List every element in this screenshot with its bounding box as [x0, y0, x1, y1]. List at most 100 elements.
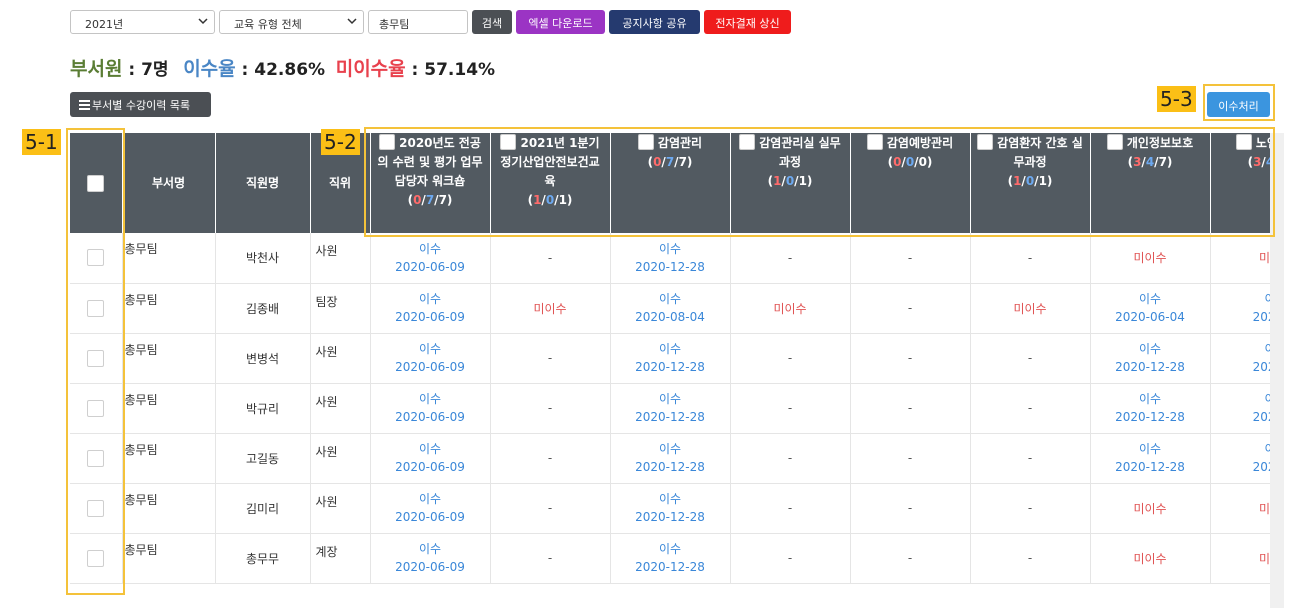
status-cell: - — [490, 533, 611, 584]
complete-date: 2020-06-04 — [1115, 310, 1185, 324]
status-cell: - — [970, 233, 1091, 284]
status-cell: - — [850, 433, 971, 484]
no-record: - — [1027, 351, 1033, 365]
complete-date: 2020-12-28 — [1115, 410, 1185, 424]
position-cell: 사원 — [310, 233, 371, 284]
notice-share-button[interactable]: 공지사항 공유 — [609, 10, 700, 34]
status-cell: 이수 2020-06-04 — [1090, 283, 1211, 334]
status-cell: - — [850, 333, 971, 384]
dept-search-input[interactable]: 총무팀 — [368, 10, 468, 34]
dept-cell: 총무팀 — [122, 533, 216, 584]
complete-status: 이2020- — [1211, 442, 1270, 476]
no-record: - — [547, 501, 553, 515]
status-cell: - — [730, 533, 851, 584]
complete-status: 이수 2020-12-28 — [1091, 342, 1210, 376]
annotation-outline-complete-button — [1203, 84, 1275, 121]
complete-date: 2020-12-28 — [1115, 460, 1185, 474]
complete-date: 2020-06-09 — [395, 560, 465, 574]
status-cell: 미이수 — [970, 283, 1091, 334]
incomplete-status: 미이 — [1258, 251, 1270, 266]
status-cell: - — [730, 333, 851, 384]
complete-label: 이수 — [658, 492, 682, 506]
edu-type-select[interactable]: 교육 유형 전체 — [219, 10, 364, 34]
position-cell: 사원 — [310, 483, 371, 534]
complete-date: 2020-06-09 — [395, 410, 465, 424]
complete-status: 이수 2020-06-09 — [371, 492, 490, 526]
no-record: - — [1027, 451, 1033, 465]
employee-name-cell: 박천사 — [215, 233, 311, 284]
complete-label: 이수 — [658, 392, 682, 406]
no-record: - — [787, 250, 793, 265]
complete-label: 이수 — [658, 442, 682, 456]
status-cell: 이수 2020-12-28 — [610, 433, 731, 484]
table-body: 총무팀 박천사 사원 이수 2020-06-09- 이수 2020-12-28- - - 미이수 미… — [70, 233, 1270, 584]
status-cell: 이수 2020-12-28 — [610, 483, 731, 534]
no-record: - — [907, 401, 913, 415]
status-cell: - — [970, 383, 1091, 434]
complete-label: 이수 — [658, 241, 682, 256]
members-value: : 7명 — [122, 60, 169, 80]
status-cell: 이수 2020-06-09 — [370, 533, 491, 584]
status-cell: 미이수 — [1090, 233, 1211, 284]
complete-label: 이수 — [1138, 342, 1162, 356]
no-record: - — [907, 451, 913, 465]
status-cell: 미이 — [1210, 233, 1270, 284]
complete-status: 이수 2020-06-09 — [371, 342, 490, 376]
search-button[interactable]: 검색 — [472, 10, 512, 34]
excel-download-button[interactable]: 엑셀 다운로드 — [516, 10, 605, 34]
annotation-tag-5-2: 5-2 — [321, 129, 360, 155]
complete-date: 2020- — [1252, 310, 1270, 324]
complete-label: 이수 — [418, 392, 442, 406]
status-cell: - — [490, 383, 611, 434]
status-cell: - — [490, 483, 611, 534]
complete-status: 이수 2020-06-09 — [371, 242, 490, 276]
complete-date: 2020-08-04 — [635, 310, 705, 324]
status-cell: 이수 2020-12-28 — [610, 233, 731, 284]
dept-cell: 총무팀 — [122, 483, 216, 534]
no-record: - — [547, 250, 553, 265]
complete-date: 2020-12-28 — [635, 510, 705, 524]
status-cell: 미이 — [1210, 533, 1270, 584]
status-cell: - — [850, 483, 971, 534]
status-cell: 이수 2020-08-04 — [610, 283, 731, 334]
table-row: 총무팀 김미리 사원 이수 2020-06-09 - 이수 2020-12-28 - - - 미이수 미… — [70, 483, 1270, 534]
complete-status: 이수 2020-12-28 — [611, 342, 730, 376]
year-select[interactable]: 2021년 — [70, 10, 215, 34]
status-cell: 미이수 — [1090, 483, 1211, 534]
status-cell: - — [970, 433, 1091, 484]
status-cell: 이2020- — [1210, 433, 1270, 484]
status-cell: - — [730, 233, 851, 284]
column-header-dept: 부서명 — [122, 133, 216, 233]
dept-history-list-button[interactable]: 부서별 수강이력 목록 — [70, 92, 211, 117]
status-cell: - — [730, 483, 851, 534]
table-row: 총무팀 김종배 팀장 이수 2020-06-09 미이수 이수 2020-08-04 미이수 - 미… — [70, 283, 1270, 334]
year-select-value: 2021년 — [85, 18, 124, 31]
complete-status: 이수 2020-06-09 — [371, 542, 490, 576]
no-record: - — [787, 351, 793, 365]
incomplete-rate-value: : 57.14% — [405, 60, 496, 80]
complete-status: 이수 2020-12-28 — [1091, 442, 1210, 476]
status-cell: - — [730, 433, 851, 484]
no-record: - — [1027, 501, 1033, 515]
complete-date: 2020-12-28 — [635, 410, 705, 424]
no-record: - — [787, 551, 793, 565]
table-row: 총무팀 박천사 사원 이수 2020-06-09 - 이수 2020-12-28 - - - 미이수 미… — [70, 233, 1270, 284]
approval-submit-button[interactable]: 전자결재 상신 — [704, 10, 791, 34]
employee-name-cell: 김미리 — [215, 483, 311, 534]
dept-cell: 총무팀 — [122, 333, 216, 384]
complete-label: 이수 — [418, 442, 442, 456]
complete-status: 이수 2020-06-04 — [1091, 292, 1210, 326]
status-cell: 이수 2020-06-09 — [370, 233, 491, 284]
status-cell: 이수 2020-06-09 — [370, 283, 491, 334]
position-cell: 팀장 — [310, 283, 371, 334]
complete-date: 2020-06-09 — [395, 510, 465, 524]
employee-name-cell: 변병석 — [215, 333, 311, 384]
annotation-tag-5-3: 5-3 — [1157, 86, 1196, 112]
employee-name-cell: 김종배 — [215, 283, 311, 334]
status-cell: 이수 2020-06-09 — [370, 433, 491, 484]
no-record: - — [1027, 551, 1033, 565]
no-record: - — [547, 551, 553, 565]
complete-status: 이수 2020-08-04 — [611, 292, 730, 326]
complete-date: 2020- — [1252, 460, 1270, 474]
complete-label: 이수 — [1138, 292, 1162, 306]
